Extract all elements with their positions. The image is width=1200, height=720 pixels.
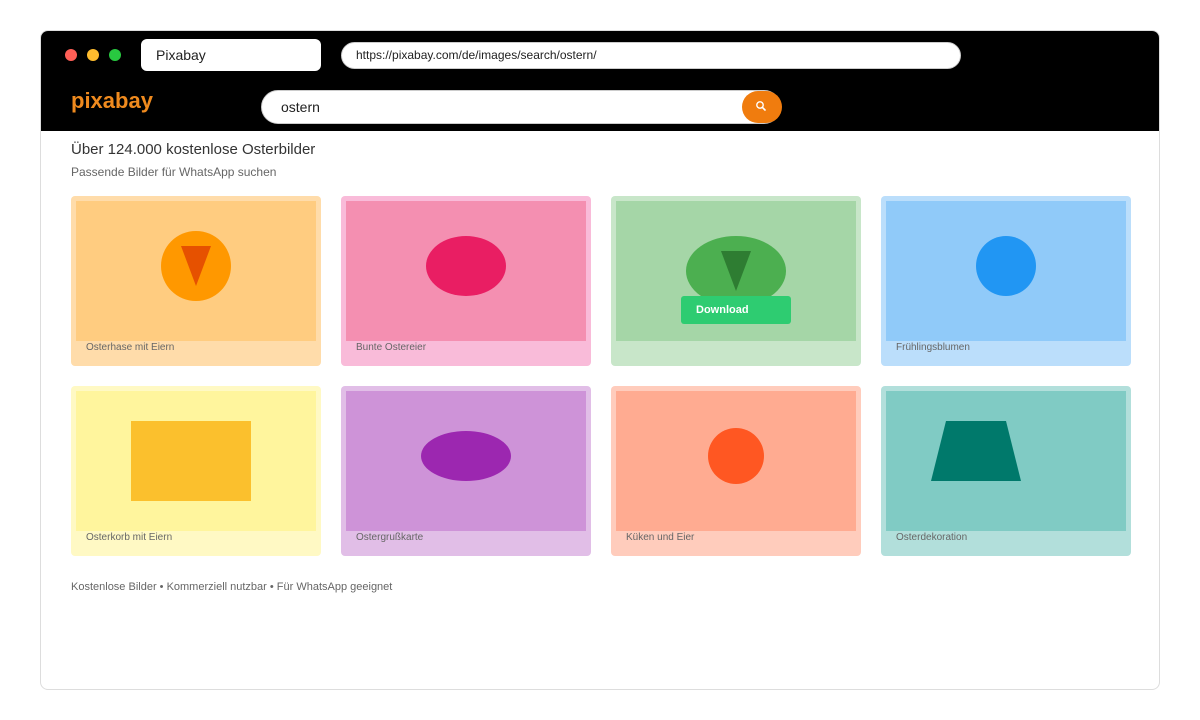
image-caption: Küken und Eier [626, 532, 695, 543]
download-button[interactable]: Download [681, 296, 791, 324]
search-icon [756, 101, 766, 111]
search-bar[interactable]: ostern [261, 90, 782, 124]
close-window-dot[interactable] [65, 49, 77, 61]
image-caption: Ostergrußkarte [356, 532, 424, 543]
image-thumbnail [346, 201, 586, 341]
thumbnail-shape-rectangle [131, 421, 251, 501]
maximize-window-dot[interactable] [109, 49, 121, 61]
image-thumbnail [616, 391, 856, 531]
results-subline: Passende Bilder für WhatsApp suchen [71, 165, 277, 179]
image-card[interactable]: Frühlingsblumen [881, 196, 1131, 366]
browser-chrome: Pixabay https://pixabay.com/de/images/se… [41, 31, 1159, 131]
image-card[interactable]: Osterdekoration [881, 386, 1131, 556]
image-caption: Frühlingsblumen [896, 342, 970, 353]
pixabay-logo[interactable]: pixabay [71, 89, 153, 113]
image-card[interactable]: Osterkorb mit Eiern [71, 386, 321, 556]
search-button[interactable] [742, 91, 782, 123]
image-thumbnail [76, 391, 316, 531]
footer-note: Kostenlose Bilder • Kommerziell nutzbar … [71, 581, 393, 593]
image-card[interactable]: Osterhase mit Eiern [71, 196, 321, 366]
browser-window: Pixabay https://pixabay.com/de/images/se… [40, 30, 1160, 690]
search-input[interactable]: ostern [281, 91, 320, 123]
thumbnail-shape-circle [976, 236, 1036, 296]
image-thumbnail [886, 391, 1126, 531]
results-headline: Über 124.000 kostenlose Osterbilder [71, 141, 316, 158]
image-thumbnail [886, 201, 1126, 341]
image-card[interactable]: Download [611, 196, 861, 366]
image-caption: Osterkorb mit Eiern [86, 532, 173, 543]
image-caption: Bunte Ostereier [356, 342, 427, 353]
thumbnail-shape-circle [708, 428, 764, 484]
thumbnail-shape-ellipse [426, 236, 506, 296]
image-caption: Osterdekoration [896, 532, 968, 543]
image-card[interactable]: Bunte Ostereier [341, 196, 591, 366]
thumbnail-shape-ellipse [421, 431, 511, 481]
minimize-window-dot[interactable] [87, 49, 99, 61]
image-caption: Osterhase mit Eiern [86, 342, 175, 353]
image-card[interactable]: Ostergrußkarte [341, 386, 591, 556]
image-thumbnail [76, 201, 316, 341]
image-card[interactable]: Küken und Eier [611, 386, 861, 556]
browser-tab[interactable]: Pixabay [141, 39, 321, 71]
image-thumbnail [346, 391, 586, 531]
thumbnail-shape-trapezoid [931, 421, 1021, 481]
address-bar[interactable]: https://pixabay.com/de/images/search/ost… [341, 42, 961, 69]
